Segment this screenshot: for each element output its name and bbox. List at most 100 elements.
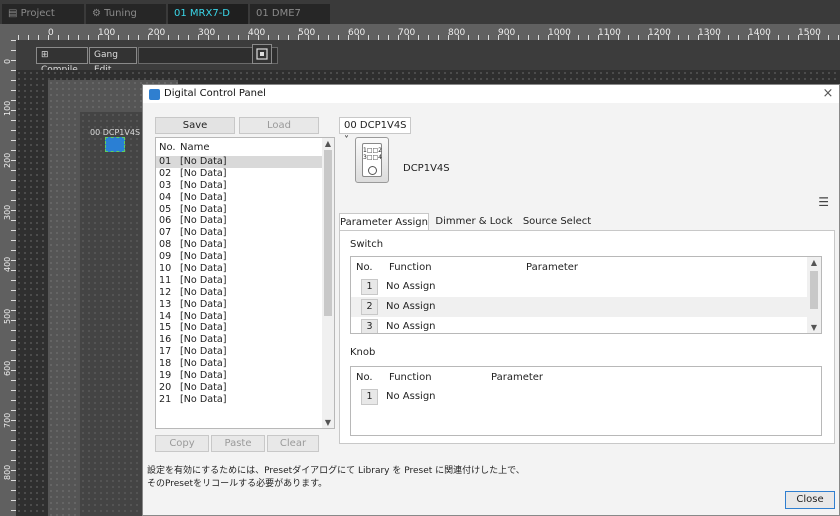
preset-name: [No Data] xyxy=(180,156,227,167)
tab-parameter-assign[interactable]: Parameter Assign xyxy=(339,213,429,231)
ruler-label: 900 xyxy=(498,28,516,38)
ruler-label: 300 xyxy=(198,28,216,38)
scroll-down-icon[interactable]: ▼ xyxy=(323,418,333,427)
scroll-thumb[interactable] xyxy=(810,271,818,309)
preset-row[interactable]: 20 [No Data] xyxy=(156,382,322,394)
window-toggle-button[interactable] xyxy=(252,44,272,64)
preset-number: 13 xyxy=(159,298,172,310)
preset-row[interactable]: 21 [No Data] xyxy=(156,394,322,406)
preset-row[interactable]: 12 [No Data] xyxy=(156,287,322,299)
preset-row[interactable]: 06 [No Data] xyxy=(156,215,322,227)
preset-row[interactable]: 02 [No Data] xyxy=(156,168,322,180)
preset-row[interactable]: 09 [No Data] xyxy=(156,251,322,263)
vruler-label: 400 xyxy=(3,256,12,272)
preset-row[interactable]: 05 [No Data] xyxy=(156,204,322,216)
ruler-label: 200 xyxy=(148,28,166,38)
device-face: 1□□2 3□□4 xyxy=(362,143,382,177)
parameter-assign-panel: Switch No. Function Parameter 1 No Assig… xyxy=(339,230,835,444)
close-button[interactable]: Close xyxy=(785,491,835,509)
menu-icon[interactable]: ☰ xyxy=(818,195,829,209)
switch-number-button[interactable]: 2 xyxy=(361,299,378,315)
preset-row[interactable]: 15 [No Data] xyxy=(156,322,322,334)
scroll-up-icon[interactable]: ▲ xyxy=(809,258,819,267)
preset-name: [No Data] xyxy=(180,358,227,370)
preset-number: 18 xyxy=(159,358,172,370)
preset-row[interactable]: 19 [No Data] xyxy=(156,370,322,382)
preset-name: [No Data] xyxy=(180,251,227,263)
tab-source-select[interactable]: Source Select xyxy=(517,213,597,231)
scroll-thumb[interactable] xyxy=(324,150,332,316)
preset-name: [No Data] xyxy=(180,215,227,227)
document-tab-bar: ▤ Project ⚙ Tuning 01 MRX7-D 01 DME7 xyxy=(0,0,840,24)
tuning-icon: ⚙ xyxy=(92,8,105,19)
preset-row[interactable]: 14 [No Data] xyxy=(156,311,322,323)
device-select[interactable]: 00 DCP1V4S ˅ xyxy=(339,117,411,146)
switch-table-header: No. Function Parameter xyxy=(356,262,579,273)
save-button[interactable]: Save xyxy=(155,117,235,134)
info-note-line1: 設定を有効にするためには、Presetダイアログにて Library を Pre… xyxy=(147,466,525,476)
preset-number: 08 xyxy=(159,239,172,251)
preset-name: [No Data] xyxy=(180,263,227,275)
preset-row[interactable]: 16 [No Data] xyxy=(156,334,322,346)
canvas-area-inner xyxy=(80,112,144,516)
preset-name: [No Data] xyxy=(180,310,227,322)
switch-row[interactable]: 3 No Assign xyxy=(351,317,807,333)
knob-row[interactable]: 1 No Assign xyxy=(351,387,807,407)
tab-mrx7-d[interactable]: 01 MRX7-D xyxy=(168,4,248,24)
preset-row[interactable]: 17 [No Data] xyxy=(156,346,322,358)
preset-number: 09 xyxy=(159,251,172,263)
vruler-label: 100 xyxy=(3,100,12,116)
knob-table[interactable]: No. Function Parameter 1 No Assign xyxy=(350,366,822,436)
switch-table[interactable]: No. Function Parameter 1 No Assign 2 No … xyxy=(350,256,822,334)
compile-button[interactable]: ⊞ Compile xyxy=(36,47,88,75)
preset-list-header: No. Name xyxy=(156,140,322,154)
preset-name: [No Data] xyxy=(180,298,227,310)
switch-scrollbar[interactable]: ▲ ▼ xyxy=(807,257,821,333)
clear-button[interactable]: Clear xyxy=(267,435,319,452)
col-name-header: Name xyxy=(180,142,210,153)
paste-button[interactable]: Paste xyxy=(211,435,265,452)
switch-number-button[interactable]: 3 xyxy=(361,319,378,333)
switch-row[interactable]: 1 No Assign xyxy=(351,277,807,297)
preset-list[interactable]: No. Name 01 [No Data] 02 [No Data] 03 [No Dat… xyxy=(155,137,335,429)
preset-name: [No Data] xyxy=(180,393,227,405)
knob-number-button[interactable]: 1 xyxy=(361,389,378,405)
preset-number: 05 xyxy=(159,203,172,215)
ruler-label: 1000 xyxy=(548,28,571,38)
ruler-label: 1400 xyxy=(748,28,771,38)
preset-row[interactable]: 01 [No Data] xyxy=(156,156,322,168)
tab-dme7[interactable]: 01 DME7 xyxy=(250,4,330,24)
copy-button[interactable]: Copy xyxy=(155,435,209,452)
close-icon[interactable]: × xyxy=(821,86,835,101)
ruler-label: 500 xyxy=(298,28,316,38)
preset-scrollbar[interactable]: ▲ ▼ xyxy=(322,138,334,428)
dcp-device-icon[interactable] xyxy=(105,137,125,152)
scroll-up-icon[interactable]: ▲ xyxy=(323,139,333,148)
preset-name: [No Data] xyxy=(180,227,227,239)
preset-number: 10 xyxy=(159,263,172,275)
scroll-down-icon[interactable]: ▼ xyxy=(809,323,819,332)
preset-row[interactable]: 04 [No Data] xyxy=(156,192,322,204)
gang-edit-button[interactable]: Gang Edit xyxy=(89,47,137,75)
ruler-label: 800 xyxy=(448,28,466,38)
switch-row[interactable]: 2 No Assign xyxy=(351,297,807,317)
preset-name: [No Data] xyxy=(180,179,227,191)
info-note-line2: そのPresetをリコールする必要があります。 xyxy=(147,479,328,489)
preset-row[interactable]: 08 [No Data] xyxy=(156,239,322,251)
preset-number: 06 xyxy=(159,215,172,227)
ruler-label: 1300 xyxy=(698,28,721,38)
load-button[interactable]: Load xyxy=(239,117,319,134)
tab-tuning[interactable]: ⚙ Tuning xyxy=(86,4,166,24)
preset-row[interactable]: 13 [No Data] xyxy=(156,299,322,311)
preset-row[interactable]: 03 [No Data] xyxy=(156,180,322,192)
tab-project[interactable]: ▤ Project xyxy=(2,4,84,24)
preset-row[interactable]: 18 [No Data] xyxy=(156,358,322,370)
preset-row[interactable]: 10 [No Data] xyxy=(156,263,322,275)
tab-dimmer-lock[interactable]: Dimmer & Lock xyxy=(433,213,515,231)
preset-number: 11 xyxy=(159,274,172,286)
preset-name: [No Data] xyxy=(180,381,227,393)
preset-row[interactable]: 11 [No Data] xyxy=(156,275,322,287)
switch-number-button[interactable]: 1 xyxy=(361,279,378,295)
vruler-label: 300 xyxy=(3,204,12,220)
preset-row[interactable]: 07 [No Data] xyxy=(156,227,322,239)
